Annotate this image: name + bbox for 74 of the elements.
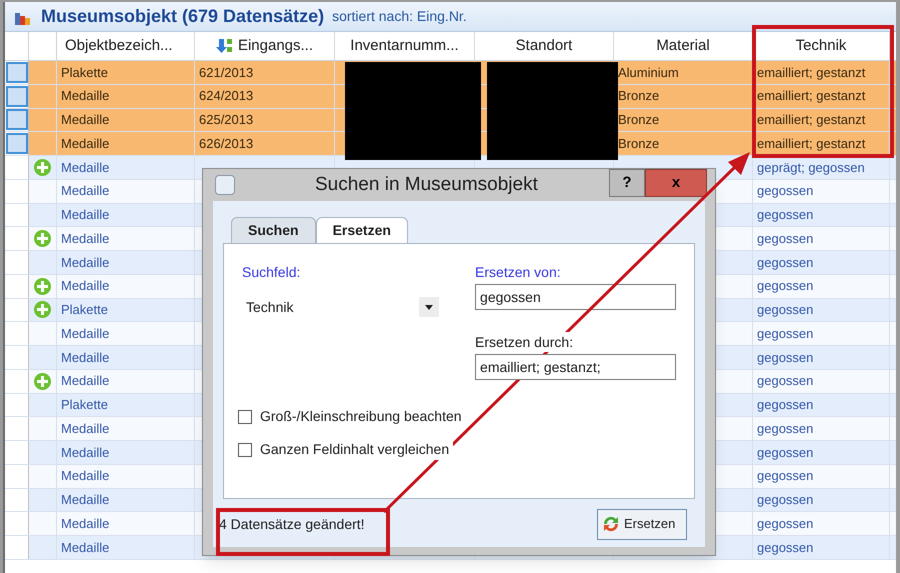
table-cell: Medaille (57, 204, 195, 226)
table-cell: Medaille (57, 274, 195, 298)
table-cell: gegossen (753, 227, 890, 250)
table-cell: Medaille (57, 322, 195, 345)
table-cell: geprägt; gegossen (753, 156, 890, 179)
row-selector[interactable] (6, 133, 28, 154)
table-cell: emailliert; gestanzt (753, 108, 890, 132)
table-cell: Medaille (57, 346, 195, 369)
status-message: 4 Datensätze geändert! (219, 514, 365, 534)
row-selector[interactable] (6, 62, 28, 83)
table-cell: Medaille (57, 488, 195, 512)
column-header[interactable]: Eingangs... (195, 32, 335, 60)
table-cell: Medaille (57, 417, 195, 440)
column-header[interactable]: Technik (753, 32, 890, 60)
table-cell: gegossen (753, 204, 890, 226)
table-cell: Medaille (57, 156, 195, 179)
table-cell: 625/2013 (195, 108, 335, 132)
checkbox-label: Ganzen Feldinhalt vergleichen (260, 439, 454, 460)
table-cell: Medaille (57, 180, 195, 202)
table-cell: Medaille (57, 512, 195, 535)
table-title: Museumsobjekt (679 Datensätze) (41, 5, 324, 28)
table-cell: Medaille (57, 108, 195, 132)
table-cell: gegossen (753, 322, 890, 345)
table-cell: gegossen (753, 464, 890, 488)
field-label: Ersetzen von: (475, 263, 562, 282)
sort-note: sortiert nach: Eing.Nr. (332, 7, 467, 26)
table-cell: 624/2013 (195, 84, 335, 108)
table-cell: Plakette (57, 394, 195, 416)
table-cell: Medaille (57, 227, 195, 250)
table-cell: emailliert; gestanzt (753, 61, 890, 84)
table-cell: gegossen (753, 417, 890, 440)
table-cell: Medaille (57, 370, 195, 392)
help-button[interactable]: ? (609, 169, 645, 197)
table-cell: gegossen (753, 441, 890, 464)
table-cell: emailliert; gestanzt (753, 132, 890, 155)
column-header[interactable]: Standort (475, 32, 614, 60)
column-header[interactable]: Objektbezeich... (57, 32, 195, 60)
row-selector[interactable] (6, 109, 28, 130)
table-cell: gegossen (753, 536, 890, 559)
refresh-arrows-icon (602, 515, 620, 533)
table-cell: Medaille (57, 441, 195, 464)
table-cell: Medaille (57, 84, 195, 108)
row-selector[interactable] (6, 86, 28, 107)
table-cell: gegossen (753, 180, 890, 202)
table-cell: gegossen (753, 370, 890, 392)
table-cell: Medaille (57, 464, 195, 488)
text-input[interactable]: gegossen (475, 284, 676, 310)
table-cell: gegossen (753, 394, 890, 416)
table-cell: Medaille (57, 251, 195, 274)
tab[interactable]: Ersetzen (316, 217, 408, 243)
text-input[interactable]: emailliert; gestanzt; (475, 354, 676, 380)
table-cell: gegossen (753, 251, 890, 274)
replace-button[interactable]: Ersetzen (597, 508, 687, 540)
column-header[interactable]: Inventarnumm... (335, 32, 475, 60)
table-cell: gegossen (753, 298, 890, 322)
table-cell: Medaille (57, 132, 195, 155)
field-label: Suchfeld: (242, 263, 302, 282)
dropdown-caret-icon[interactable] (419, 297, 440, 317)
table-cell: gegossen (753, 274, 890, 298)
tab[interactable]: Suchen (231, 217, 316, 243)
table-cell: Plakette (57, 298, 195, 322)
table-cell: 626/2013 (195, 132, 335, 155)
table-cell: Medaille (57, 536, 195, 559)
table-cell: Plakette (57, 61, 195, 84)
table-cell: gegossen (753, 512, 890, 535)
table-cell: 621/2013 (195, 61, 335, 84)
column-header[interactable]: Material (614, 32, 753, 60)
dropdown-field[interactable]: Technik (242, 296, 440, 318)
table-cell: emailliert; gestanzt (753, 84, 890, 108)
checkbox[interactable] (238, 442, 252, 456)
close-button[interactable]: x (645, 169, 707, 197)
table-cell: gegossen (753, 346, 890, 369)
checkbox[interactable] (238, 410, 252, 424)
table-cell: gegossen (753, 488, 890, 512)
